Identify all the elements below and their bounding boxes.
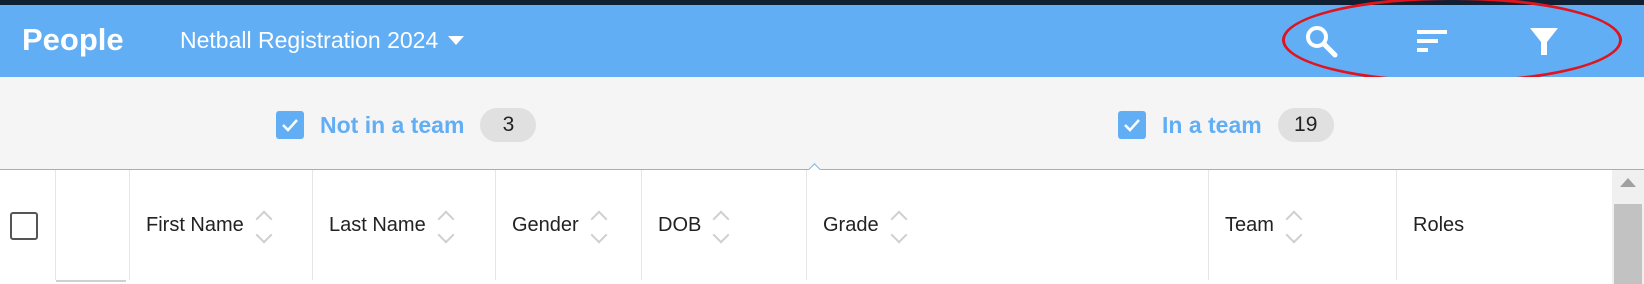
column-label: Gender <box>512 213 579 236</box>
column-header-roles[interactable]: Roles <box>1397 170 1610 280</box>
filter-button[interactable] <box>1522 19 1566 63</box>
team-filter-bar: Not in a team 3 In a team 19 <box>0 77 1644 170</box>
sort-arrows-icon <box>255 209 273 244</box>
column-label: Team <box>1225 213 1274 236</box>
filter-icon <box>1530 28 1558 55</box>
checkbox-checked[interactable] <box>1118 111 1146 139</box>
column-label: DOB <box>658 213 702 236</box>
column-label: Grade <box>823 213 879 236</box>
sort-arrows-icon <box>1285 209 1303 244</box>
filter-label: In a team <box>1162 111 1262 138</box>
table-header: First Name Last Name Gender DOB Grade Te… <box>0 170 1610 280</box>
sort-icon <box>1417 30 1447 52</box>
event-selector-dropdown[interactable]: Netball Registration 2024 <box>180 27 465 54</box>
row-divider <box>56 280 126 282</box>
page-title: People <box>22 22 124 57</box>
column-label: Roles <box>1413 213 1465 236</box>
search-button[interactable] <box>1299 19 1343 63</box>
filter-not-in-team[interactable]: Not in a team 3 <box>276 108 537 142</box>
count-badge: 19 <box>1277 108 1334 142</box>
app-bar: People Netball Registration 2024 <box>0 5 1644 77</box>
column-header-dob[interactable]: DOB <box>642 170 807 280</box>
chevron-down-icon <box>448 36 465 45</box>
column-header-first-name[interactable]: First Name <box>130 170 313 280</box>
check-icon <box>1124 119 1140 132</box>
filter-in-team[interactable]: In a team 19 <box>1118 108 1334 142</box>
scroll-up-arrow-icon[interactable] <box>1620 178 1636 187</box>
blank-column <box>56 170 130 280</box>
sort-arrows-icon <box>890 209 908 244</box>
column-header-gender[interactable]: Gender <box>496 170 642 280</box>
sort-button[interactable] <box>1410 19 1454 63</box>
sort-arrows-icon <box>590 209 608 244</box>
count-badge: 3 <box>480 108 537 142</box>
checkbox-checked[interactable] <box>276 111 304 139</box>
event-selector-label: Netball Registration 2024 <box>180 27 439 53</box>
sort-arrows-icon <box>437 209 455 244</box>
column-label: Last Name <box>329 213 426 236</box>
search-icon <box>1306 26 1338 58</box>
scrollbar-thumb[interactable] <box>1614 204 1642 284</box>
select-column <box>0 170 56 280</box>
column-label: First Name <box>146 213 244 236</box>
vertical-scrollbar[interactable] <box>1612 170 1644 284</box>
select-all-checkbox[interactable] <box>10 212 38 240</box>
column-header-team[interactable]: Team <box>1209 170 1397 280</box>
column-header-last-name[interactable]: Last Name <box>313 170 496 280</box>
check-icon <box>282 119 298 132</box>
column-header-grade[interactable]: Grade <box>807 170 1209 280</box>
sort-arrows-icon <box>712 209 730 244</box>
filter-label: Not in a team <box>320 111 465 138</box>
